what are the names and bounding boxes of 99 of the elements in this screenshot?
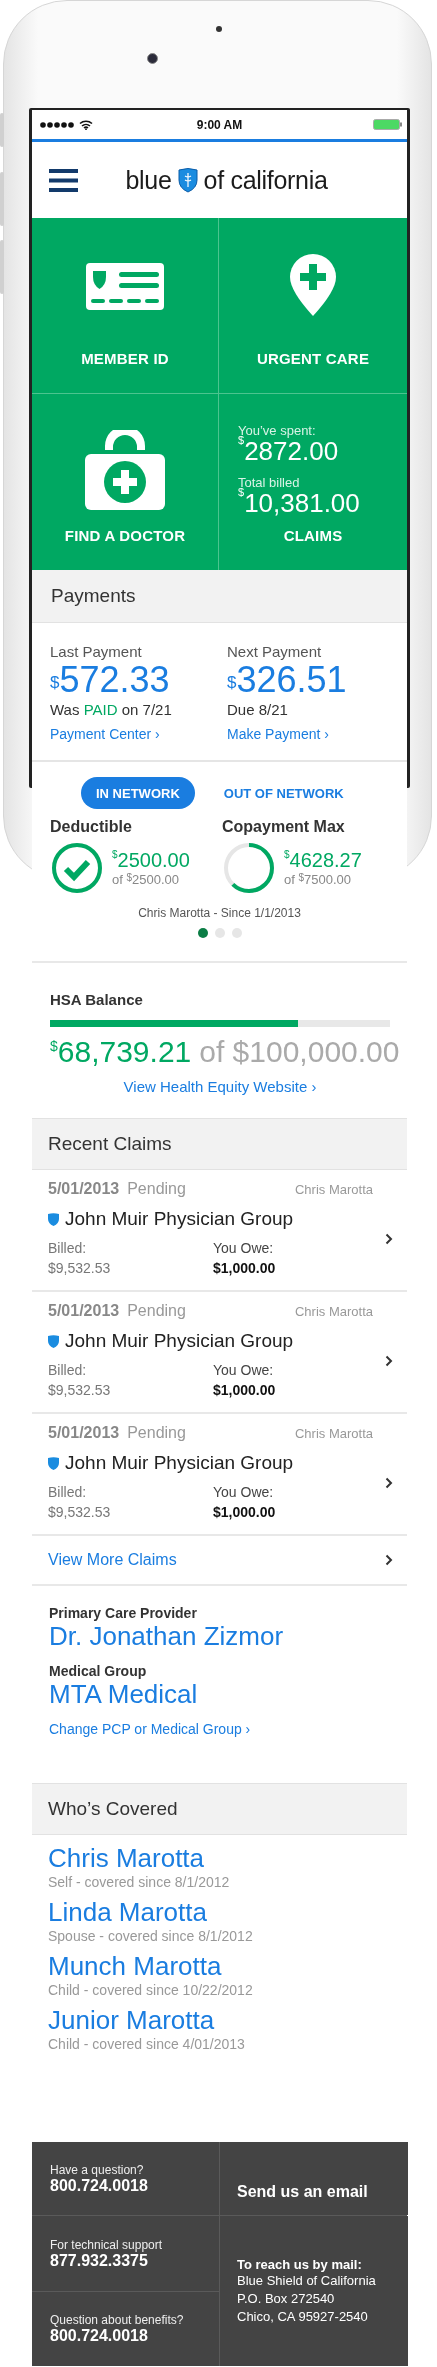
- member-name[interactable]: Munch Marotta: [48, 1951, 407, 1981]
- member-name[interactable]: Junior Marotta: [48, 2005, 407, 2035]
- progress-ring: [222, 841, 276, 895]
- logo-text: blue: [125, 165, 172, 195]
- mail-address-line: P.O. Box 272540: [237, 2290, 336, 2308]
- menu-icon: [49, 169, 78, 192]
- payment-label: Last Payment: [50, 643, 143, 660]
- payment-link[interactable]: Make Payment ›: [227, 726, 407, 742]
- chevron-icon: [385, 1477, 393, 1489]
- meter-amount: $^{$}$2500.00: [112, 849, 190, 872]
- member-coverage: Child - covered since 4/01/2013: [48, 2035, 246, 2053]
- owe-label: You Owe:: [213, 1239, 275, 1258]
- menu-button[interactable]: [49, 169, 78, 195]
- wifi-icon: [79, 119, 93, 130]
- page-dot[interactable]: [197, 928, 208, 938]
- owe-amount: $1,000.00: [213, 1259, 277, 1278]
- chevron-icon: [385, 1554, 393, 1566]
- claim-date: 5/01/2013: [48, 1424, 120, 1442]
- claim-status: Pending: [127, 1180, 186, 1198]
- mail-address-line: Blue Shield of California: [237, 2272, 377, 2290]
- payment-note: Due 8/21: [227, 701, 289, 718]
- claim-date: 5/01/2013: [48, 1302, 120, 1320]
- shield-icon: [177, 167, 198, 193]
- phone-number[interactable]: 800.724.0018: [50, 2176, 219, 2195]
- member-coverage: Spouse - covered since 8/1/2012: [48, 1927, 254, 1945]
- member-name[interactable]: Chris Marotta: [48, 1843, 407, 1873]
- provider-label: Primary Care Provider: [49, 1605, 198, 1621]
- provider-name: John Muir Physician Group: [65, 1208, 294, 1230]
- battery-icon: [373, 119, 403, 130]
- section-header: Payments: [32, 570, 407, 623]
- email-button[interactable]: Send us an email: [220, 2142, 408, 2215]
- owe-label: You Owe:: [213, 1361, 275, 1380]
- signal-icon: [40, 121, 76, 128]
- change-pcp-link[interactable]: Change PCP or Medical Group ›: [49, 1721, 407, 1737]
- billed-amount: $9,532.53: [48, 1503, 112, 1522]
- medical-bag-icon: [85, 430, 165, 510]
- meter-title: Deductible: [50, 818, 133, 836]
- payment-label: Next Payment: [227, 643, 323, 660]
- meter-amount: $^{$}$4628.27: [284, 849, 362, 872]
- owe-amount: $1,000.00: [213, 1381, 277, 1400]
- chevron-icon: [385, 1233, 393, 1245]
- hsa-link[interactable]: View Health Equity Website ›: [123, 1078, 317, 1095]
- group-name: MTA Medical: [49, 1679, 199, 1709]
- location-pin-plus-icon: [290, 254, 336, 316]
- page-dot[interactable]: [231, 928, 242, 938]
- meter-title: Copayment Max: [222, 818, 346, 836]
- sensor-icon: [216, 26, 222, 32]
- id-card-icon: [86, 263, 164, 310]
- mail-title: To reach us by mail:: [237, 2257, 363, 2272]
- shield-icon: [48, 1456, 59, 1470]
- shield-icon: [48, 1334, 59, 1348]
- shield-icon: [48, 1212, 59, 1226]
- billed-label: Billed:: [48, 1483, 88, 1502]
- contact-label: For technical support: [50, 2237, 164, 2252]
- billed-amount: $9,532.53: [48, 1259, 112, 1278]
- claim-member: Chris Marotta: [294, 1182, 373, 1197]
- phone-number[interactable]: 877.932.3375: [50, 2251, 219, 2270]
- provider-name: John Muir Physician Group: [65, 1452, 294, 1474]
- phone-number[interactable]: 800.724.0018: [50, 2327, 219, 2345]
- billed-amount: $^{$}$10,381.00: [238, 488, 360, 519]
- claim-status: Pending: [127, 1302, 186, 1320]
- view-more-link[interactable]: View More Claims: [48, 1551, 177, 1569]
- claim-member: Chris Marotta: [294, 1304, 373, 1319]
- section-header: Who’s Covered: [32, 1783, 407, 1835]
- owe-amount: $1,000.00: [213, 1503, 277, 1522]
- provider-name: Dr. Jonathan Zizmor: [49, 1621, 285, 1651]
- hsa-total: of $100,000.00: [199, 1035, 400, 1068]
- check-circle-icon: [50, 841, 104, 895]
- claim-member: Chris Marotta: [294, 1426, 373, 1441]
- meter-total: of $^{$}$7500.00: [284, 872, 353, 887]
- group-label: Medical Group: [49, 1663, 148, 1679]
- billed-label: Billed:: [48, 1361, 88, 1380]
- network-tab[interactable]: OUT OF NETWORK: [208, 777, 359, 809]
- member-coverage: Child - covered since 10/22/2012: [48, 1981, 254, 1999]
- meter-total: of $^{$}$2500.00: [112, 872, 181, 887]
- hsa-title: HSA Balance: [50, 991, 144, 1008]
- camera-icon: [147, 53, 158, 64]
- member-name[interactable]: Linda Marotta: [48, 1897, 407, 1927]
- page-dot[interactable]: [214, 928, 225, 938]
- hsa-amount: $^{$}$68,739.21: [50, 1035, 192, 1068]
- contact-label: Question about benefits?: [50, 2313, 185, 2327]
- billed-amount: $9,532.53: [48, 1381, 112, 1400]
- provider-name: John Muir Physician Group: [65, 1330, 294, 1352]
- payment-note: Was PAID on 7/21: [50, 701, 173, 718]
- billed-label: Billed:: [48, 1239, 88, 1258]
- logo-text: of california: [203, 165, 328, 195]
- status-time: 9:00 AM: [196, 117, 243, 132]
- contact-label: Have a question?: [50, 2162, 145, 2177]
- chevron-icon: [385, 1355, 393, 1367]
- member-coverage: Self - covered since 8/1/2012: [48, 1873, 231, 1891]
- section-header: Recent Claims: [32, 1118, 407, 1170]
- mail-address-line: Chico, CA 95927-2540: [237, 2308, 369, 2326]
- network-tab[interactable]: IN NETWORK: [81, 777, 195, 809]
- member-caption: Chris Marotta - Since 1/1/2013: [137, 906, 302, 920]
- claim-date: 5/01/2013: [48, 1180, 120, 1198]
- dashboard-tile[interactable]: MEMBER ID: [32, 218, 219, 394]
- owe-label: You Owe:: [213, 1483, 275, 1502]
- claim-status: Pending: [127, 1424, 186, 1442]
- payment-link[interactable]: Payment Center ›: [50, 726, 227, 742]
